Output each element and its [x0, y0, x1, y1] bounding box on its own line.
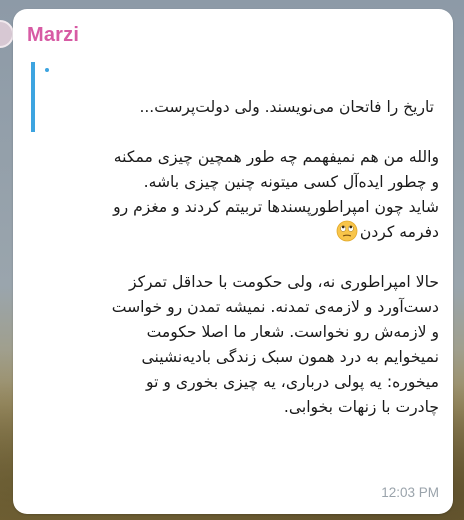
message-line: دست‌آورد و لازمه‌ی تمدنه. نمیشه تمدن رو …: [111, 298, 439, 316]
message-line-text: دفرمه کردن: [359, 223, 439, 241]
quote-marker: [45, 68, 49, 72]
message-text: والله من هم نمیفهمم چه طور همچین چیزی مم…: [27, 145, 439, 445]
message-timestamp: 12:03 PM: [381, 485, 439, 500]
quoted-message[interactable]: تاریخ را فاتحان می‌نویسند. ولی دولت‌پرست…: [31, 62, 440, 132]
message-line: چادرت با زنهات بخوابی.: [283, 398, 439, 416]
sender-avatar[interactable]: [0, 20, 14, 48]
quoted-text: تاریخ را فاتحان می‌نویسند. ولی دولت‌پرست…: [139, 98, 434, 116]
sender-name[interactable]: Marzi: [27, 24, 79, 47]
message-bubble[interactable]: Marzi تاریخ را فاتحان می‌نویسند. ولی دول…: [13, 9, 453, 514]
message-line: نمیخوایم به درد همون سبک زندگی بادیه‌نشی…: [141, 348, 439, 366]
message-line: والله من هم نمیفهمم چه طور همچین چیزی مم…: [113, 148, 439, 166]
message-line: میخوره: یه پولی درباری، یه چیزی بخوری و …: [146, 373, 439, 391]
message-paragraph-1: والله من هم نمیفهمم چه طور همچین چیزی مم…: [27, 145, 439, 245]
message-line: و لازمه‌ش رو نخواست. شعار ما اصلا حکومت: [146, 323, 439, 341]
face-with-rolling-eyes-icon: [336, 220, 358, 242]
message-line-with-emoji: دفرمه کردن: [27, 220, 439, 245]
message-line: و چطور ایده‌آل کسی میتونه چنین چیزی باشه…: [143, 173, 439, 191]
message-line: شاید چون امپراطورپسندها تربیتم کردند و م…: [113, 198, 439, 216]
message-paragraph-2: حالا امپراطوری نه، ولی حکومت با حداقل تم…: [27, 270, 439, 420]
message-line: حالا امپراطوری نه، ولی حکومت با حداقل تم…: [129, 273, 439, 291]
